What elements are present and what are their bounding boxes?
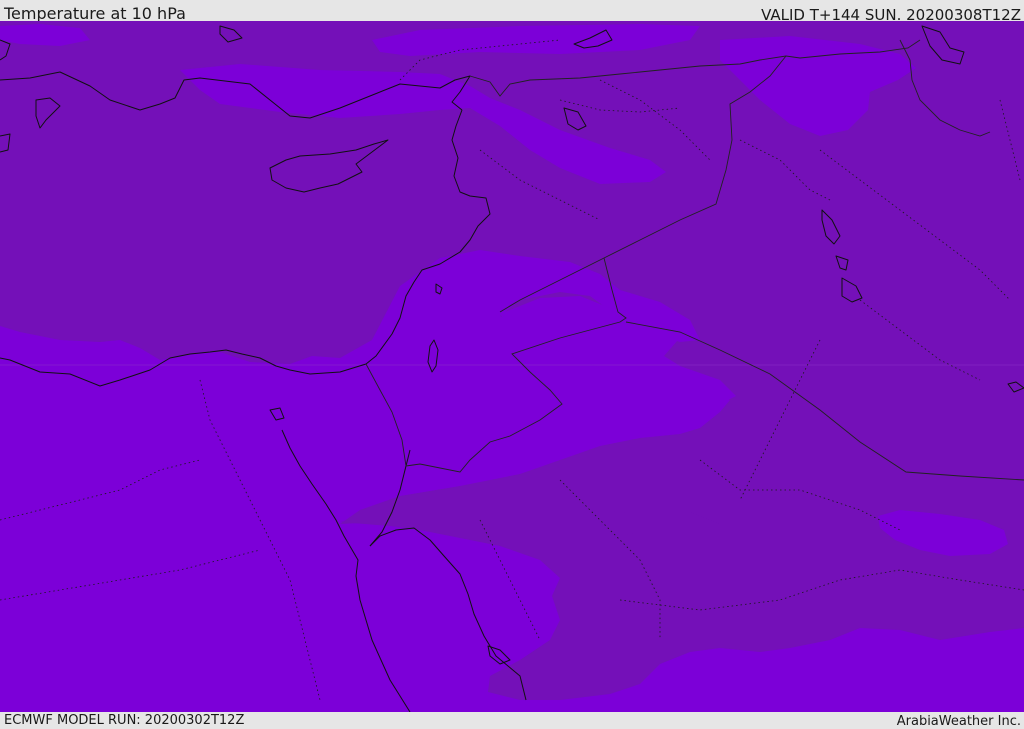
footer-bar: ECMWF MODEL RUN: 20200302T12Z ArabiaWeat… [0, 712, 1024, 729]
temperature-map [0, 21, 1024, 712]
header-bar: Temperature at 10 hPa VALID T+144 SUN. 2… [0, 0, 1024, 24]
map-canvas [0, 21, 1024, 712]
model-run-label: ECMWF MODEL RUN: 20200302T12Z [4, 713, 245, 728]
credit-label: ArabiaWeather Inc. [896, 714, 1021, 729]
weather-map-frame: Temperature at 10 hPa VALID T+144 SUN. 2… [0, 0, 1024, 729]
